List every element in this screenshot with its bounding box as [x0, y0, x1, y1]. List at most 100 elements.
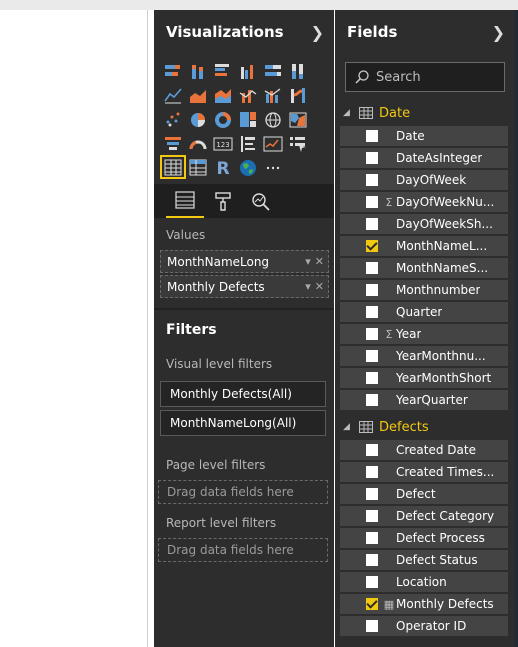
field-item[interactable]: Quarter: [340, 302, 508, 322]
field-checkbox[interactable]: [366, 152, 378, 164]
field-checkbox[interactable]: [366, 466, 378, 478]
field-checkbox[interactable]: [366, 598, 378, 610]
line-column-icon[interactable]: [236, 84, 260, 106]
search-placeholder: Search: [376, 69, 421, 85]
field-item[interactable]: Defect: [340, 484, 508, 504]
field-checkbox[interactable]: [366, 174, 378, 186]
field-item[interactable]: Σ Year: [340, 324, 508, 344]
funnel-icon[interactable]: [161, 132, 185, 154]
gauge-icon[interactable]: [186, 132, 210, 154]
field-checkbox[interactable]: [366, 532, 378, 544]
line-clustered-column-icon[interactable]: [261, 84, 285, 106]
treemap-icon[interactable]: [236, 108, 260, 130]
more-icon[interactable]: [261, 156, 285, 178]
field-checkbox[interactable]: [366, 510, 378, 522]
area-icon[interactable]: [186, 84, 210, 106]
clustered-bar-icon[interactable]: [211, 60, 235, 82]
field-label: Monthly Defects: [396, 597, 494, 611]
ribbon-icon[interactable]: [286, 84, 310, 106]
table-header-date[interactable]: ◢ Date: [335, 102, 515, 124]
field-item[interactable]: MonthNameL...: [340, 236, 508, 256]
field-label: Created Times...: [396, 465, 495, 479]
stacked-area-icon[interactable]: [211, 84, 235, 106]
analytics-icon[interactable]: [242, 184, 280, 218]
report-filters-dropzone[interactable]: Drag data fields here: [158, 538, 328, 562]
field-item[interactable]: Σ DayOfWeekNu...: [340, 192, 508, 212]
field-checkbox[interactable]: [366, 262, 378, 274]
field-checkbox[interactable]: [366, 620, 378, 632]
field-item[interactable]: Created Date: [340, 440, 508, 460]
collapse-triangle-icon[interactable]: ◢: [343, 422, 353, 432]
field-checkbox[interactable]: [366, 328, 378, 340]
close-icon[interactable]: ✕: [315, 255, 324, 268]
100-column-icon[interactable]: [286, 60, 310, 82]
values-well-monthly-defects[interactable]: Monthly Defects ▾ ✕: [160, 275, 329, 298]
field-checkbox[interactable]: [366, 306, 378, 318]
field-item[interactable]: Defect Status: [340, 550, 508, 570]
field-item[interactable]: Date: [340, 126, 508, 146]
kpi-icon[interactable]: [261, 132, 285, 154]
report-canvas[interactable]: [0, 10, 148, 647]
field-item[interactable]: YearQuarter: [340, 390, 508, 410]
fields-tab-icon[interactable]: [166, 184, 204, 218]
field-item[interactable]: Monthnumber: [340, 280, 508, 300]
field-checkbox[interactable]: [366, 372, 378, 384]
line-icon[interactable]: [161, 84, 185, 106]
field-item[interactable]: DateAsInteger: [340, 148, 508, 168]
field-checkbox[interactable]: [366, 196, 378, 208]
sigma-icon: Σ: [385, 327, 393, 341]
field-checkbox[interactable]: [366, 284, 378, 296]
globe-icon[interactable]: [236, 156, 260, 178]
field-checkbox[interactable]: [366, 488, 378, 500]
field-item[interactable]: DayOfWeekSh...: [340, 214, 508, 234]
field-item[interactable]: YearMonthnu...: [340, 346, 508, 366]
field-checkbox[interactable]: [366, 444, 378, 456]
donut-icon[interactable]: [211, 108, 235, 130]
table-header-defects[interactable]: ◢ Defects: [335, 416, 515, 438]
field-checkbox[interactable]: [366, 240, 378, 252]
field-item[interactable]: Operator ID: [340, 616, 508, 636]
chevron-down-icon[interactable]: ▾: [305, 280, 311, 293]
r-visual-icon[interactable]: R: [211, 156, 235, 178]
values-well-monthnamelong[interactable]: MonthNameLong ▾ ✕: [160, 250, 329, 273]
collapse-triangle-icon[interactable]: ◢: [343, 108, 353, 118]
field-item[interactable]: MonthNameS...: [340, 258, 508, 278]
chevron-right-icon[interactable]: ❯: [492, 23, 505, 42]
field-item[interactable]: Created Times...: [340, 462, 508, 482]
field-checkbox[interactable]: [366, 218, 378, 230]
search-input[interactable]: Search: [345, 62, 505, 92]
field-checkbox[interactable]: [366, 576, 378, 588]
scatter-icon[interactable]: [161, 108, 185, 130]
field-checkbox[interactable]: [366, 554, 378, 566]
chevron-right-icon[interactable]: ❯: [311, 23, 324, 42]
pie-icon[interactable]: [186, 108, 210, 130]
format-roller-icon[interactable]: [204, 184, 242, 218]
stacked-bar-icon[interactable]: [161, 60, 185, 82]
field-item[interactable]: YearMonthShort: [340, 368, 508, 388]
field-label: Created Date: [396, 443, 476, 457]
chevron-down-icon[interactable]: ▾: [305, 255, 311, 268]
field-item[interactable]: Defect Process: [340, 528, 508, 548]
field-checkbox[interactable]: [366, 130, 378, 142]
field-item[interactable]: Location: [340, 572, 508, 592]
matrix-icon[interactable]: [186, 156, 210, 178]
filter-card-monthly-defects[interactable]: Monthly Defects(All): [160, 381, 326, 407]
table-icon[interactable]: [160, 155, 186, 179]
field-checkbox[interactable]: [366, 394, 378, 406]
map-icon[interactable]: [261, 108, 285, 130]
card-icon[interactable]: 123: [211, 132, 235, 154]
multirow-card-icon[interactable]: [236, 132, 260, 154]
100-bar-icon[interactable]: [261, 60, 285, 82]
filled-map-icon[interactable]: [286, 108, 310, 130]
page-filters-dropzone[interactable]: Drag data fields here: [158, 480, 328, 504]
field-checkbox[interactable]: [366, 350, 378, 362]
field-item[interactable]: ▦ Monthly Defects: [340, 594, 508, 614]
filter-card-monthnamelong[interactable]: MonthNameLong(All): [160, 410, 326, 436]
field-item[interactable]: Defect Category: [340, 506, 508, 526]
svg-text:123: 123: [216, 141, 229, 149]
clustered-column-icon[interactable]: [236, 60, 260, 82]
close-icon[interactable]: ✕: [315, 280, 324, 293]
slicer-icon[interactable]: [286, 132, 310, 154]
stacked-column-icon[interactable]: [186, 60, 210, 82]
field-item[interactable]: DayOfWeek: [340, 170, 508, 190]
